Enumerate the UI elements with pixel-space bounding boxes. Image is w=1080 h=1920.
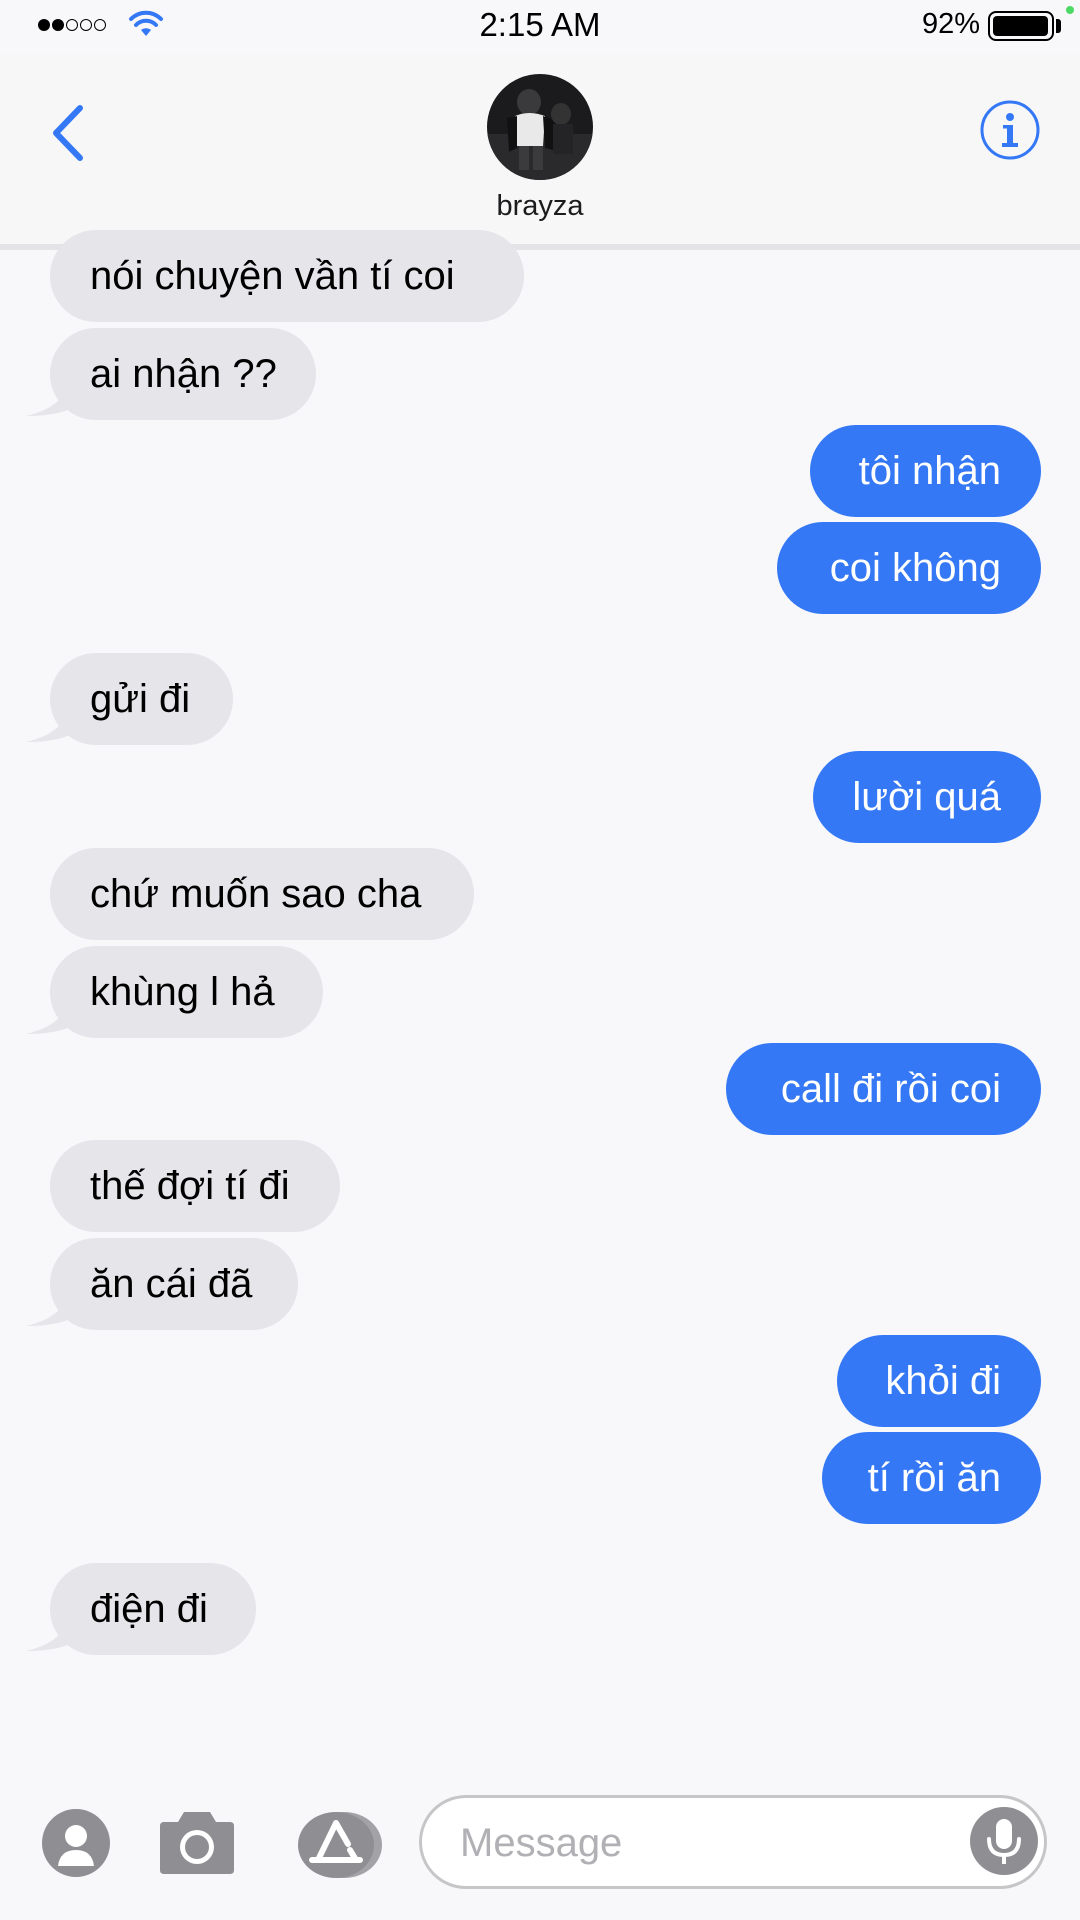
message-input[interactable] [458,1798,932,1888]
camera-icon[interactable] [154,1810,240,1876]
conversation-header: brayza [0,54,1080,244]
battery-icon [988,11,1054,41]
message-bubble-outgoing[interactable]: tí rồi ăn [822,1432,1041,1524]
status-time: 2:15 AM [479,6,601,43]
contact-avatar[interactable] [487,74,593,180]
microphone-icon [987,1819,1021,1864]
bubble-tail [26,714,72,742]
back-button[interactable] [46,98,96,168]
contact-name[interactable]: brayza [0,190,1080,223]
bubble-tail [26,388,72,416]
message-bubble-incoming[interactable]: nói chuyện vần tí coi [50,230,524,322]
bubble-tail [26,1298,72,1326]
app-store-icon[interactable] [290,1810,384,1880]
message-bubble-incoming[interactable]: ăn cái đã [50,1238,298,1330]
message-bubble-outgoing[interactable]: call đi rồi coi [726,1043,1041,1135]
status-bar: 2:15 AM 92% [0,0,1080,54]
message-bubble-outgoing[interactable]: tôi nhận [810,425,1041,517]
bubble-tail [26,1006,72,1034]
message-bubble-outgoing[interactable]: coi không [777,522,1041,614]
message-bubble-incoming[interactable]: thế đợi tí đi [50,1140,340,1232]
message-field[interactable] [419,1795,1047,1889]
message-bubble-incoming[interactable]: ai nhận ?? [50,328,316,420]
message-bubble-outgoing[interactable]: lười quá [813,751,1041,843]
bubble-tail [26,1623,72,1651]
message-bubble-outgoing[interactable]: khỏi đi [837,1335,1041,1427]
message-bubble-incoming[interactable]: điện đi [50,1563,256,1655]
messages-screen: 2:15 AM 92% brayza nói chuyện vần tí coi… [0,0,1080,1920]
info-button[interactable] [978,98,1042,162]
message-bubble-incoming[interactable]: chứ muốn sao cha [50,848,474,940]
battery-nub [1056,19,1061,33]
charging-indicator [1066,6,1074,14]
battery-percentage: 92% [921,8,980,40]
message-bubble-incoming[interactable]: gửi đi [50,653,233,745]
contacts-apps-icon[interactable] [41,1808,111,1878]
microphone-button[interactable] [970,1807,1038,1875]
message-bubble-incoming[interactable]: khùng l hả [50,946,323,1038]
